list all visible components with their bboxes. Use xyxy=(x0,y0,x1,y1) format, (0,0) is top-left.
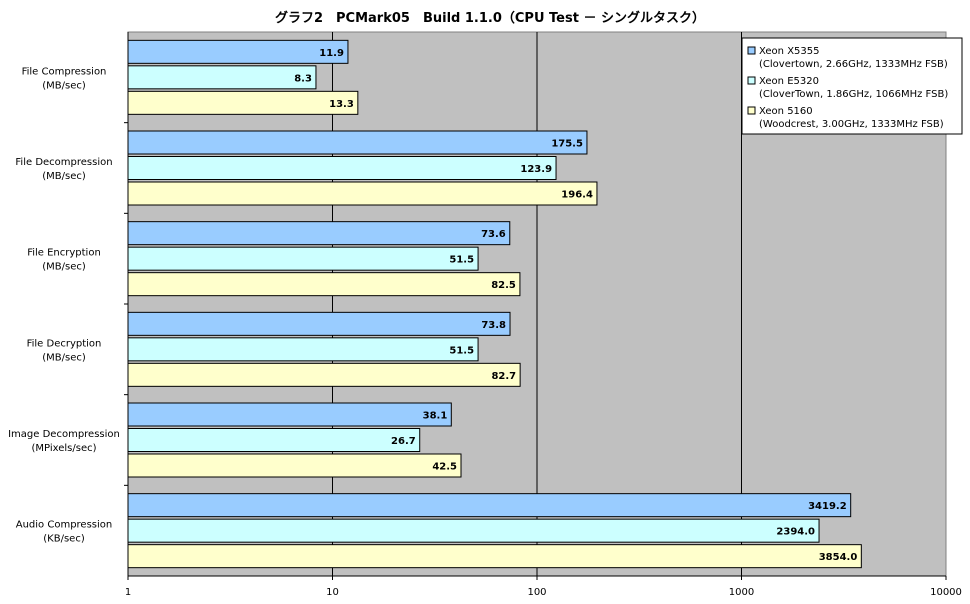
category-label: Image Decompression xyxy=(8,429,120,440)
bar xyxy=(127,493,852,518)
bar xyxy=(127,311,511,336)
bar xyxy=(127,181,598,206)
category-unit-label: (MPixels/sec) xyxy=(32,443,97,454)
legend: Xeon X5355 (Clovertown, 2.66GHz, 1333MHz … xyxy=(741,37,963,135)
data-label: 3854.0 xyxy=(819,552,858,563)
bar xyxy=(127,246,479,271)
legend-swatch xyxy=(747,106,756,115)
x-tick-label: 1 xyxy=(125,587,131,598)
data-label: 26.7 xyxy=(391,436,416,447)
data-label: 8.3 xyxy=(294,73,312,84)
bar xyxy=(127,156,557,180)
data-label: 196.4 xyxy=(561,190,593,201)
data-label: 82.7 xyxy=(491,371,516,382)
category-unit-label: (MB/sec) xyxy=(42,352,86,363)
legend-swatch xyxy=(747,76,756,85)
legend-swatch xyxy=(747,46,756,55)
bar-chart: グラフ2 PCMark05 Build 1.1.0（CPU Test － シング… xyxy=(8,10,963,598)
bar xyxy=(127,337,479,362)
bar xyxy=(127,544,862,569)
category-label: File Decompression xyxy=(15,157,112,168)
legend-series-detail: (Clovertown, 2.66GHz, 1333MHz FSB) xyxy=(759,59,948,70)
bar xyxy=(127,130,588,155)
category-unit-label: (KB/sec) xyxy=(43,534,85,545)
category-label: File Compression xyxy=(22,66,107,77)
bar xyxy=(127,428,421,452)
data-label: 175.5 xyxy=(551,139,583,150)
bar xyxy=(127,65,317,90)
bar xyxy=(127,453,462,478)
data-label: 73.8 xyxy=(481,320,506,331)
bar xyxy=(127,362,521,387)
data-label: 13.3 xyxy=(329,99,354,110)
data-label: 73.6 xyxy=(481,229,506,240)
data-label: 123.9 xyxy=(520,164,552,175)
bar xyxy=(127,221,511,246)
legend-series-detail: (CloverTown, 1.86GHz, 1066MHz FSB) xyxy=(759,89,948,100)
data-label: 51.5 xyxy=(449,255,474,266)
x-tick-label: 1000 xyxy=(729,587,754,598)
category-unit-label: (MB/sec) xyxy=(42,171,86,182)
x-tick-label: 10 xyxy=(326,587,339,598)
category-label: File Encryption xyxy=(27,248,101,259)
data-label: 42.5 xyxy=(432,462,457,473)
category-label: File Decryption xyxy=(27,338,102,349)
bar xyxy=(127,90,359,115)
bar xyxy=(127,272,521,297)
data-label: 11.9 xyxy=(319,48,344,59)
data-label: 3419.2 xyxy=(808,501,847,512)
data-label: 38.1 xyxy=(423,411,448,422)
legend-series-name: Xeon E5320 xyxy=(759,76,819,87)
x-tick-label: 100 xyxy=(527,587,546,598)
legend-series-name: Xeon X5355 xyxy=(759,46,820,57)
category-label: Audio Compression xyxy=(16,520,113,531)
bar xyxy=(127,518,820,543)
data-label: 51.5 xyxy=(449,345,474,356)
category-unit-label: (MB/sec) xyxy=(42,80,86,91)
bar xyxy=(127,39,349,64)
data-label: 82.5 xyxy=(491,280,516,291)
legend-series-detail: (Woodcrest, 3.00GHz, 1333MHz FSB) xyxy=(759,119,944,130)
bar xyxy=(127,402,452,427)
legend-series-name: Xeon 5160 xyxy=(759,106,813,117)
x-tick-label: 10000 xyxy=(930,587,962,598)
chart-title: グラフ2 PCMark05 Build 1.1.0（CPU Test － シング… xyxy=(275,10,705,26)
data-label: 2394.0 xyxy=(776,527,815,538)
category-unit-label: (MB/sec) xyxy=(42,262,86,273)
